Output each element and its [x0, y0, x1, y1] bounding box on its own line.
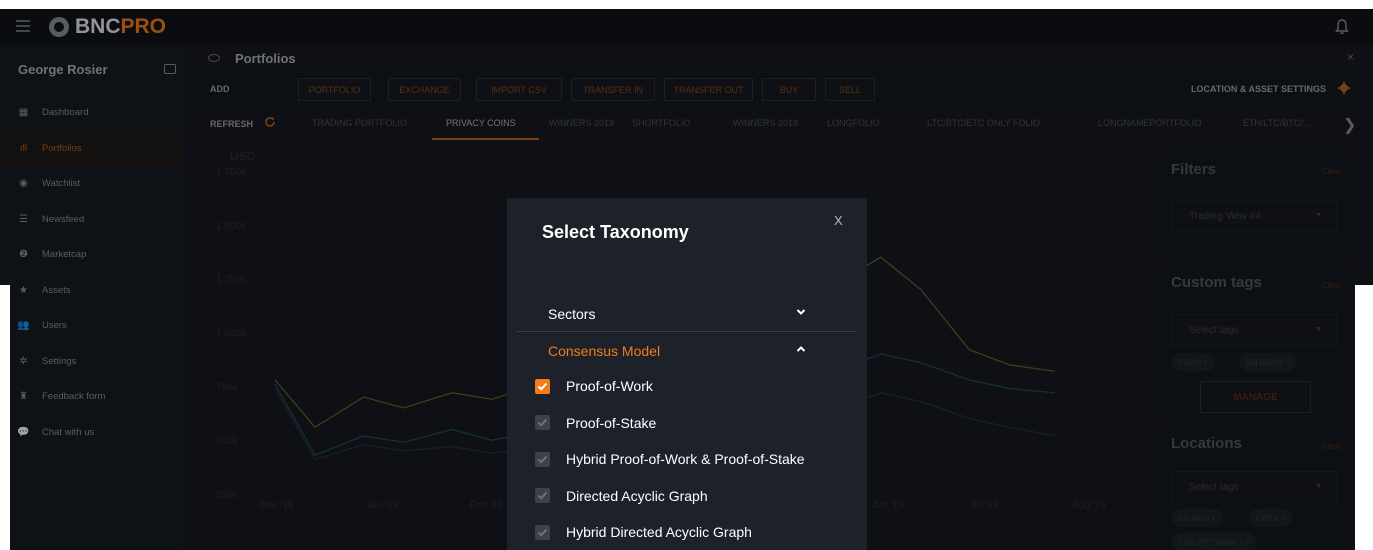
sectors-accordion-header[interactable]: Sectors	[517, 295, 857, 331]
option-proof-of-work[interactable]: Proof-of-Work	[535, 368, 857, 404]
select-taxonomy-modal: Select Taxonomy X Sectors Consensus Mode…	[507, 198, 867, 550]
checkbox[interactable]	[535, 415, 550, 430]
checkbox[interactable]	[535, 488, 550, 503]
option-label: Hybrid Directed Acyclic Graph	[566, 524, 752, 540]
checkbox[interactable]	[535, 451, 550, 467]
consensus-model-label: Consensus Model	[548, 343, 661, 359]
page-margin-left	[0, 285, 10, 550]
option-label: Proof-of-Stake	[566, 414, 657, 431]
option-directed-acyclic-graph[interactable]: Directed Acyclic Graph	[535, 478, 857, 514]
option-proof-of-stake[interactable]: Proof-of-Stake	[535, 405, 857, 441]
modal-close-button[interactable]: X	[834, 213, 843, 228]
modal-title: Select Taxonomy	[542, 222, 689, 242]
checkbox[interactable]	[535, 524, 550, 540]
option-hybrid-proof-of-work-proof-of-stake[interactable]: Hybrid Proof-of-Work & Proof-of-Stake	[535, 441, 857, 477]
checkbox[interactable]	[535, 378, 550, 394]
option-label: Directed Acyclic Graph	[566, 487, 708, 504]
option-label: Proof-of-Work	[566, 378, 653, 394]
chevron-down-icon	[796, 309, 806, 315]
chevron-up-icon	[796, 346, 806, 352]
page-margin-right	[1355, 285, 1373, 550]
option-label: Hybrid Proof-of-Work & Proof-of-Stake	[566, 451, 805, 467]
consensus-model-accordion-header[interactable]: Consensus Model	[517, 332, 857, 368]
option-hybrid-directed-acyclic-graph[interactable]: Hybrid Directed Acyclic Graph	[535, 514, 857, 550]
sectors-label: Sectors	[548, 306, 596, 322]
